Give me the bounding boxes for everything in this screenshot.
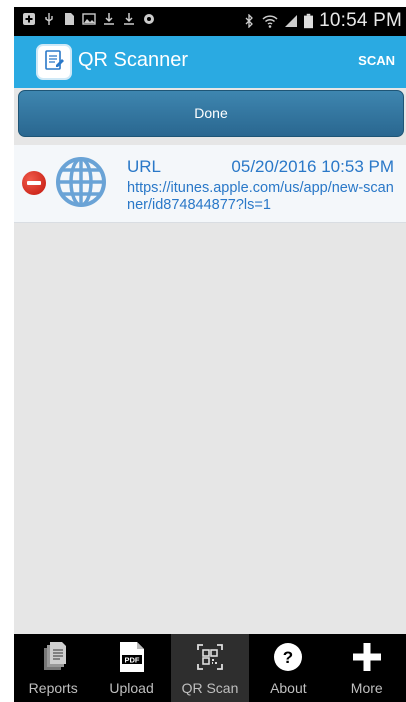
device-screen: 10:54 PM QR Scanner SCAN Done URL 05/20/… (14, 7, 406, 702)
done-button[interactable]: Done (18, 90, 404, 137)
tab-reports[interactable]: Reports (14, 634, 92, 702)
bluetooth-icon (245, 14, 253, 28)
tab-more[interactable]: More (328, 634, 406, 702)
item-date: 05/20/2016 10:53 PM (231, 157, 394, 176)
tab-label: Upload (109, 680, 154, 696)
status-bar: 10:54 PM (14, 7, 406, 36)
wifi-icon (262, 15, 278, 28)
notification-icons (22, 12, 156, 26)
sync-icon (144, 14, 154, 24)
tab-about[interactable]: ? About (249, 634, 327, 702)
tab-label: About (270, 680, 307, 696)
tab-label: More (350, 680, 383, 696)
tab-qr-scan[interactable]: QR Scan (170, 634, 250, 702)
item-type: URL (127, 157, 162, 176)
pdf-icon: PDF (119, 642, 144, 672)
action-bar: QR Scanner SCAN (14, 36, 406, 88)
download-icon (104, 13, 114, 25)
sd-card-icon (65, 13, 74, 25)
tab-bar: Reports PDF Upload QR Scan ? About More (14, 634, 406, 702)
document-scan-icon (45, 50, 64, 70)
signal-icon (285, 15, 298, 27)
globe-icon (56, 157, 106, 207)
add-icon (23, 13, 35, 25)
done-label: Done (194, 105, 228, 121)
plus-icon (352, 643, 381, 671)
scan-button[interactable]: SCAN (358, 53, 395, 68)
item-url: https://itunes.apple.com/us/app/new-scan… (127, 180, 394, 213)
download-icon (124, 13, 134, 25)
battery-icon (304, 13, 314, 29)
clock: 10:54 PM (319, 10, 402, 31)
svg-text:?: ? (283, 648, 293, 667)
tab-upload[interactable]: PDF Upload (92, 634, 170, 702)
image-icon (82, 13, 96, 25)
question-icon: ? (274, 643, 303, 671)
delete-icon[interactable] (22, 171, 46, 195)
system-icons: 10:54 PM (242, 10, 402, 32)
svg-text:PDF: PDF (124, 656, 139, 665)
tab-label: Reports (28, 680, 78, 696)
reports-icon (44, 642, 67, 670)
app-title: QR Scanner (78, 49, 189, 71)
list-item[interactable]: URL 05/20/2016 10:53 PM https://itunes.a… (14, 145, 406, 223)
tab-label: QR Scan (181, 680, 239, 696)
usb-icon (45, 13, 53, 25)
app-logo (36, 44, 72, 80)
qr-code-icon (197, 644, 223, 670)
